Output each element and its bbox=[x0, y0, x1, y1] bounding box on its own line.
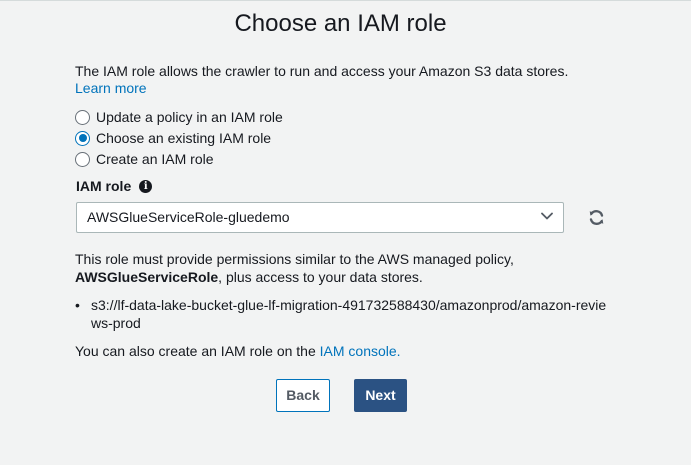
back-button[interactable]: Back bbox=[276, 379, 330, 412]
option-create-role-label: Create an IAM role bbox=[96, 151, 214, 167]
iam-console-link[interactable]: IAM console. bbox=[320, 343, 401, 359]
list-item: • s3://lf-data-lake-bucket-glue-lf-migra… bbox=[75, 296, 615, 332]
s3-path: s3://lf-data-lake-bucket-glue-lf-migrati… bbox=[91, 297, 607, 331]
option-existing-role-label: Choose an existing IAM role bbox=[96, 130, 272, 146]
option-create-role[interactable]: Create an IAM role bbox=[75, 150, 214, 168]
radio-existing-role[interactable] bbox=[75, 130, 90, 146]
page-title: Choose an IAM role bbox=[234, 10, 447, 37]
option-update-policy[interactable]: Update a policy in an IAM role bbox=[75, 108, 283, 126]
permissions-text-before: This role must provide permissions simil… bbox=[75, 251, 514, 267]
option-existing-role[interactable]: Choose an existing IAM role bbox=[75, 129, 271, 147]
iam-role-select[interactable]: AWSGlueServiceRole-gluedemo bbox=[76, 202, 564, 233]
option-update-policy-label: Update a policy in an IAM role bbox=[96, 109, 283, 125]
radio-update-policy[interactable] bbox=[75, 109, 90, 125]
next-button[interactable]: Next bbox=[354, 379, 407, 412]
permissions-text-after: , plus access to your data stores. bbox=[218, 269, 423, 285]
bullet-marker: • bbox=[75, 297, 80, 313]
learn-more-link[interactable]: Learn more bbox=[75, 80, 147, 96]
info-icon[interactable]: i bbox=[139, 179, 153, 193]
intro-text: The IAM role allows the crawler to run a… bbox=[75, 63, 569, 79]
refresh-icon[interactable] bbox=[588, 209, 605, 226]
iam-role-label: IAM role bbox=[76, 178, 132, 194]
console-note: You can also create an IAM role on the I… bbox=[75, 342, 401, 360]
permissions-description: This role must provide permissions simil… bbox=[75, 250, 575, 286]
iam-role-selected-value: AWSGlueServiceRole-gluedemo bbox=[87, 209, 290, 225]
radio-create-role[interactable] bbox=[75, 151, 90, 167]
console-note-text: You can also create an IAM role on the bbox=[75, 343, 320, 359]
top-divider bbox=[0, 0, 691, 1]
iam-role-label-group: IAM role i bbox=[76, 178, 153, 194]
chevron-down-icon bbox=[541, 212, 553, 220]
policy-name: AWSGlueServiceRole bbox=[75, 269, 219, 285]
